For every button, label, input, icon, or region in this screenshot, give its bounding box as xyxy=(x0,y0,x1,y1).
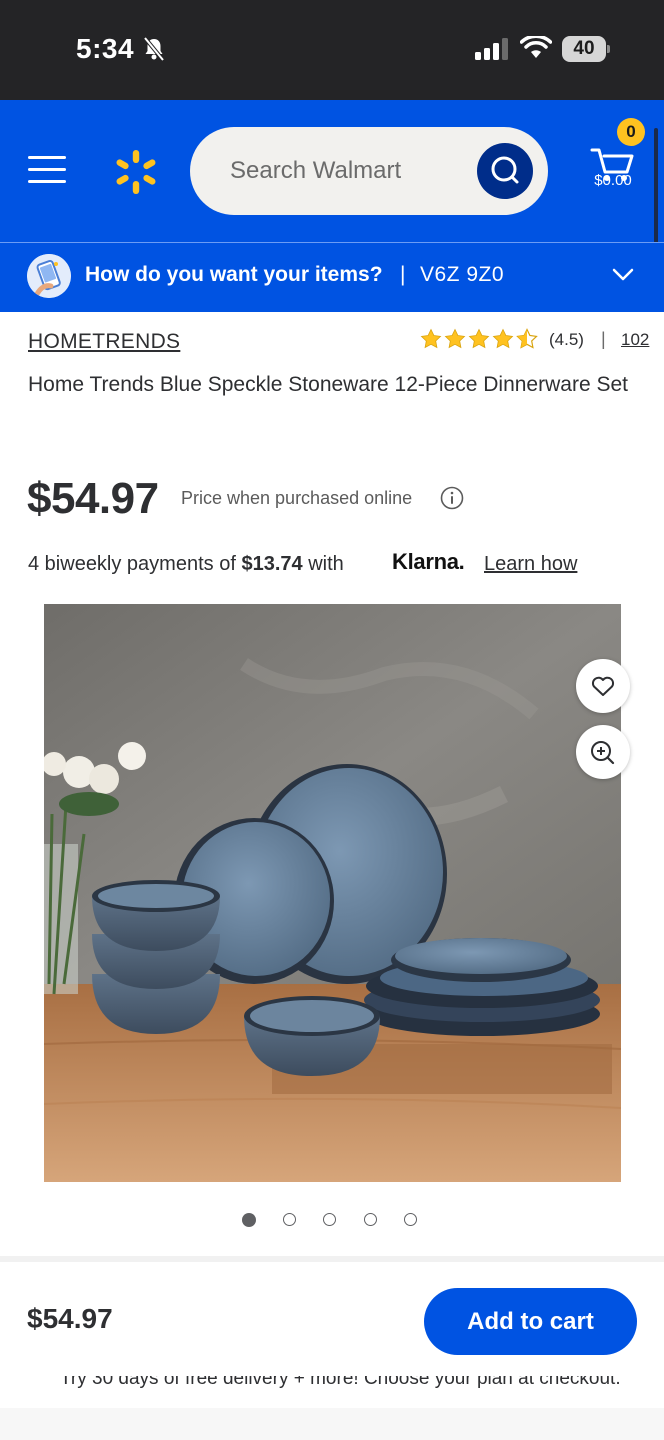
product-title: Home Trends Blue Speckle Stoneware 12-Pi… xyxy=(28,373,628,396)
rating-value: (4.5) xyxy=(549,330,584,349)
learn-how-link[interactable]: Learn how xyxy=(484,553,577,576)
rating-separator: | xyxy=(601,329,606,349)
delivery-prompt[interactable]: How do you want your items? xyxy=(85,263,383,287)
scrollbar[interactable] xyxy=(654,128,658,248)
carousel-dot[interactable] xyxy=(242,1213,256,1227)
favorite-button[interactable] xyxy=(576,659,630,713)
add-to-cart-button[interactable]: Add to cart xyxy=(424,1288,637,1355)
footer-strip xyxy=(0,1408,664,1440)
carousel-dot[interactable] xyxy=(323,1213,336,1226)
search-icon xyxy=(491,156,519,184)
battery-icon xyxy=(607,45,610,53)
cart-count-badge: 0 xyxy=(617,118,645,146)
info-icon[interactable] xyxy=(440,486,464,510)
payment-prefix: 4 biweekly payments of xyxy=(28,553,236,575)
payment-with: with xyxy=(308,553,344,575)
price-note: Price when purchased online xyxy=(181,488,413,508)
promo-banner: Try 30 days of free delivery + more! Cho… xyxy=(0,1376,664,1393)
delivery-phone-icon xyxy=(27,254,71,298)
product-image[interactable] xyxy=(44,604,621,1182)
payment-amount: $13.74 xyxy=(241,553,303,575)
wifi-icon xyxy=(520,36,552,58)
search-input[interactable] xyxy=(230,152,470,190)
zoom-button[interactable] xyxy=(576,725,630,779)
bell-muted-icon xyxy=(143,36,165,62)
zoom-in-icon xyxy=(591,741,615,765)
search-button[interactable] xyxy=(477,143,533,199)
rating-stars xyxy=(421,328,538,349)
battery-level: 40 xyxy=(562,36,606,62)
walmart-spark-logo[interactable] xyxy=(112,148,160,196)
delivery-separator: | xyxy=(400,263,406,286)
delivery-zip[interactable]: V6Z 9Z0 xyxy=(420,263,504,287)
hamburger-menu-icon[interactable] xyxy=(28,156,66,186)
heart-icon xyxy=(591,676,615,696)
brand-link[interactable]: HOMETRENDS xyxy=(28,330,180,354)
payment-plan-text: 4 biweekly payments of $13.74 with xyxy=(28,553,344,576)
cart-total: $0.00 xyxy=(594,172,632,189)
carousel-dot[interactable] xyxy=(404,1213,417,1226)
klarna-logo: Klarna. xyxy=(392,549,465,574)
bottom-price: $54.97 xyxy=(27,1303,113,1334)
carousel-dot[interactable] xyxy=(363,1213,377,1226)
cellular-signal-icon xyxy=(475,38,508,60)
chevron-down-icon[interactable] xyxy=(612,268,634,282)
promo-text: Try 30 days of free delivery + more! Cho… xyxy=(60,1376,621,1389)
carousel-dot[interactable] xyxy=(282,1213,296,1226)
review-count-link[interactable]: 102 xyxy=(621,330,649,350)
status-bar: 5:34 40 xyxy=(0,0,664,100)
status-time: 5:34 xyxy=(76,33,135,64)
product-price: $54.97 xyxy=(27,474,159,523)
